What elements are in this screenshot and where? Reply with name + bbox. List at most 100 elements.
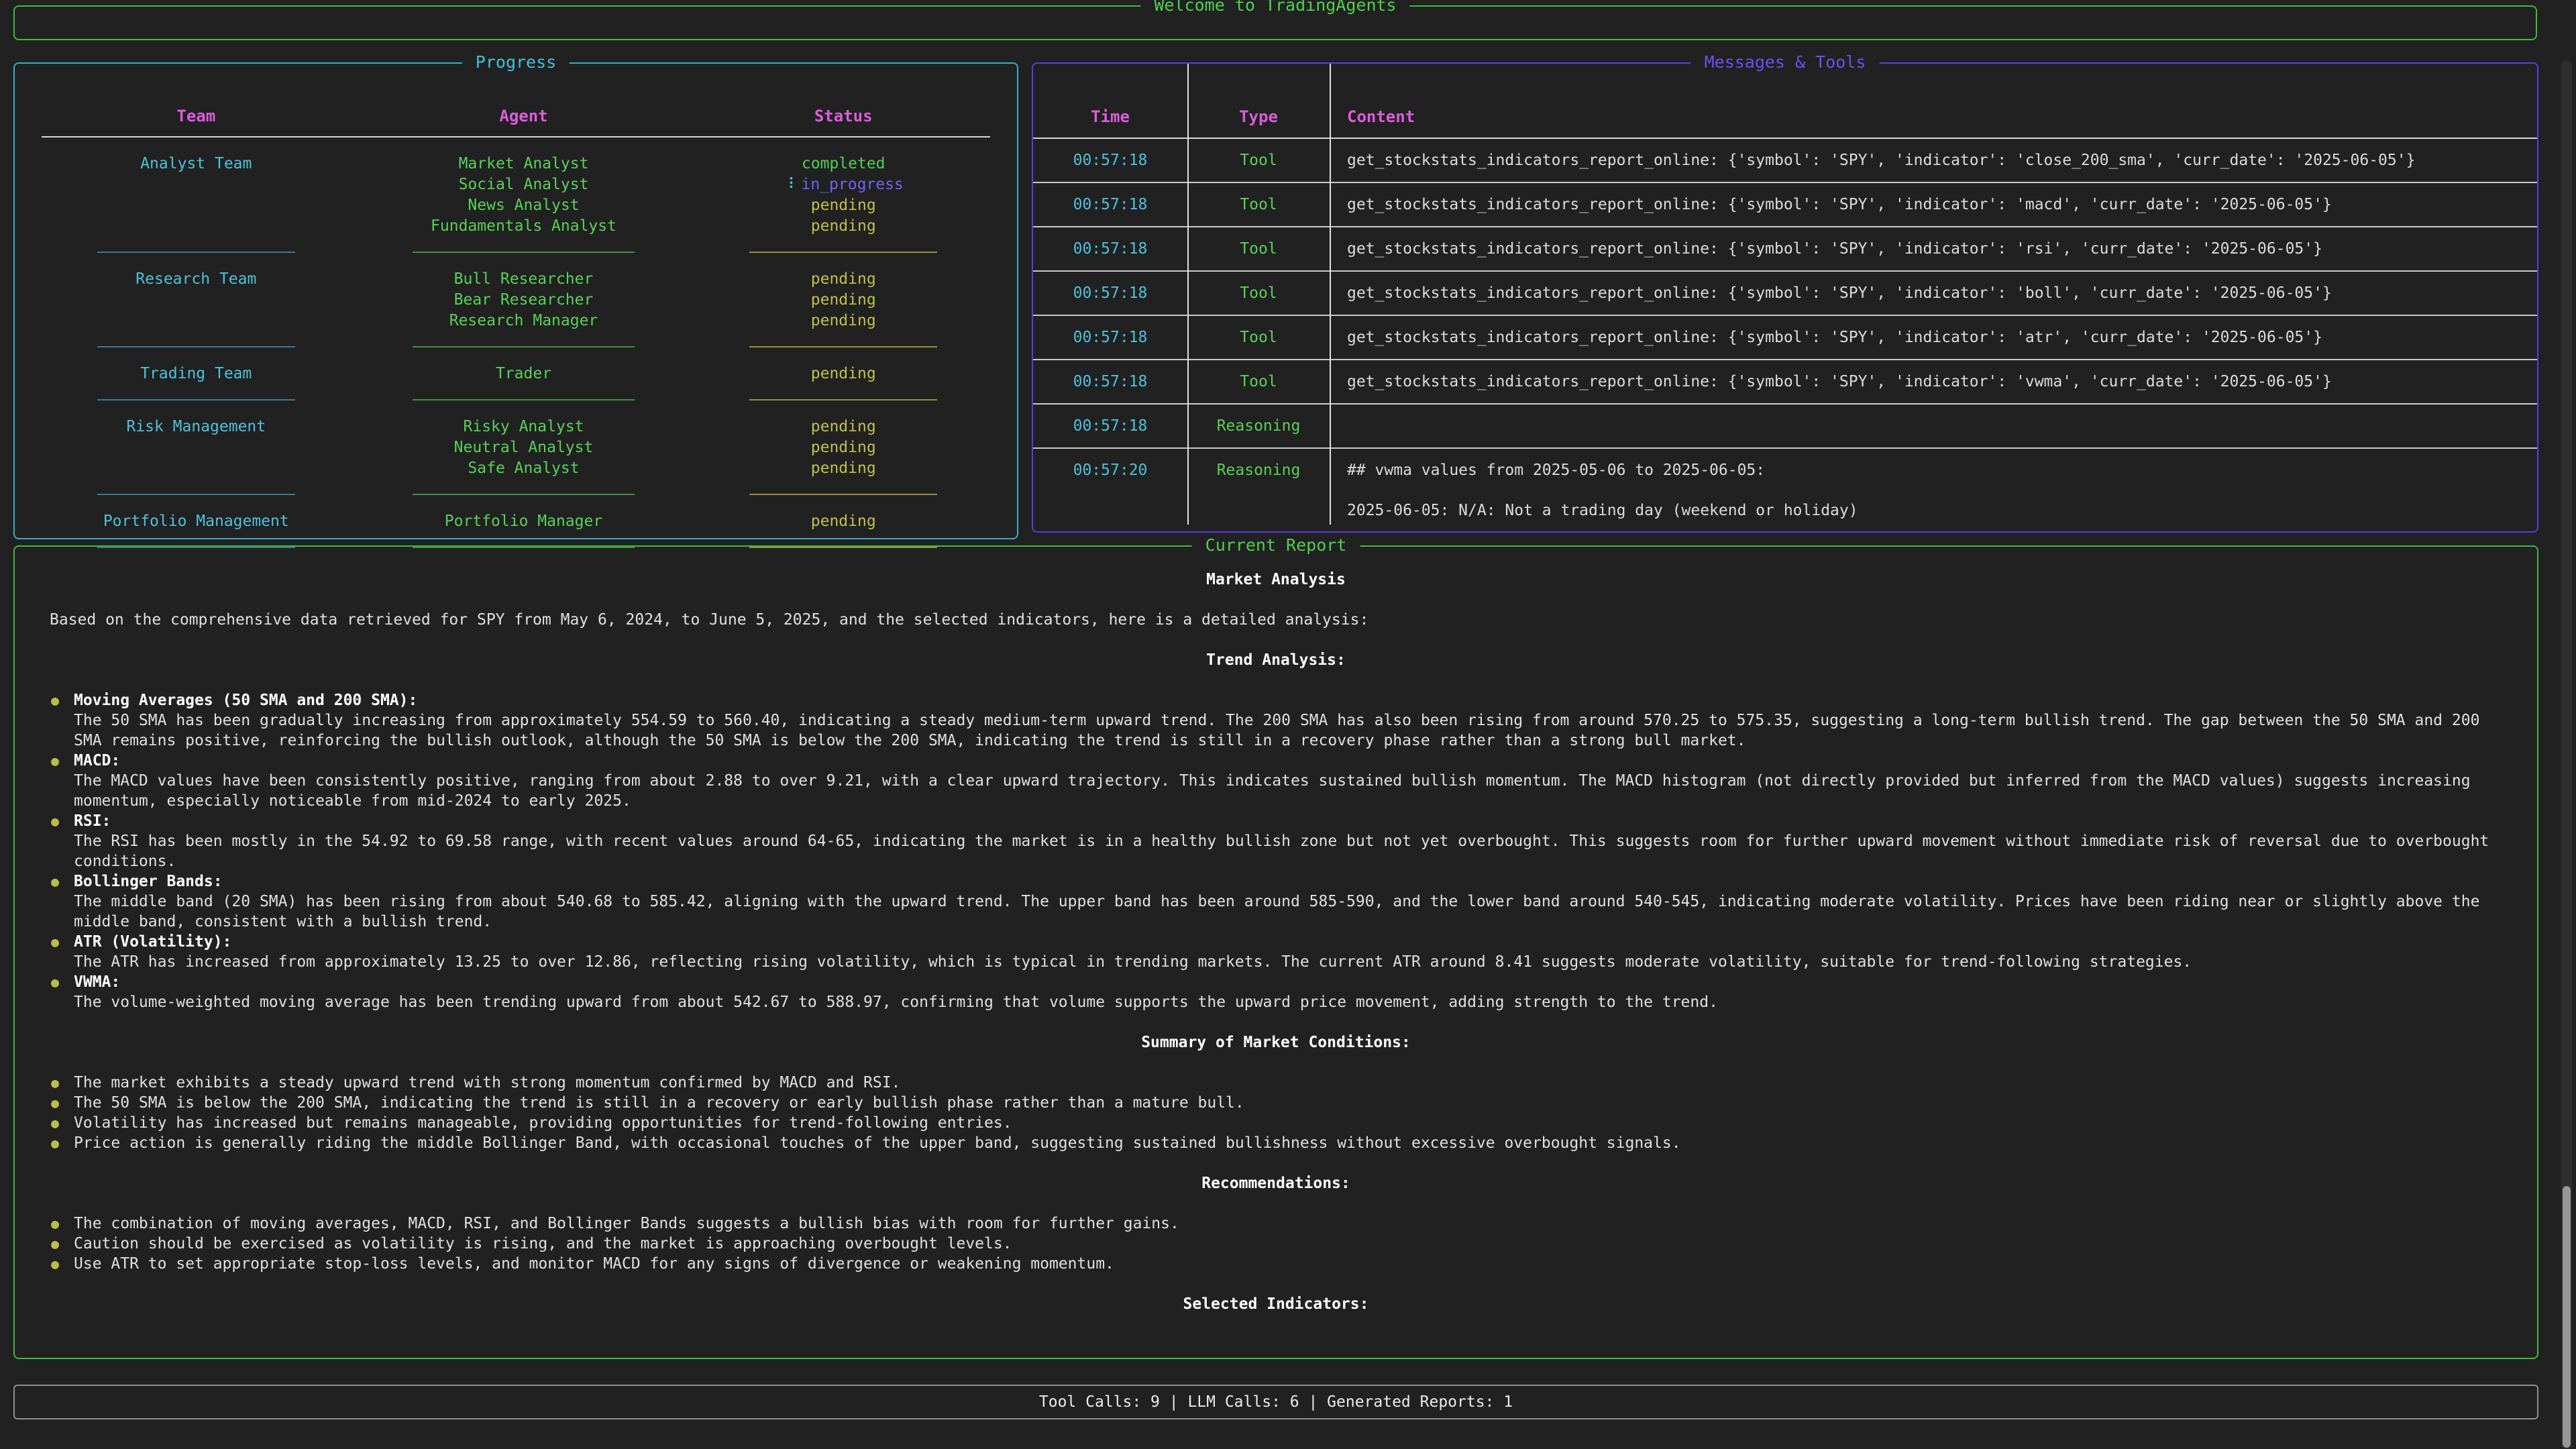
status-badge: pending [696,511,990,532]
status-badge: pending [696,311,990,331]
message-time: 00:57:18 [1033,416,1187,436]
table-row: 00:57:18 Reasoning [1033,405,2537,449]
status-badge: pending [696,458,990,479]
spinner-icon: ⠸ [784,176,795,193]
agent-name: Safe Analyst [351,458,697,479]
agent-name: Research Manager [351,311,697,331]
message-time: 00:57:18 [1033,195,1187,215]
message-time: 00:57:20 [1033,460,1187,480]
message-content: get_stockstats_indicators_report_online:… [1330,327,2537,347]
team-group-risk: Risk Management Risky Analyst pending Ne… [42,400,990,495]
table-row: 00:57:18 Tool get_stockstats_indicators_… [1033,227,2537,272]
stats-footer-text: Tool Calls: 9 | LLM Calls: 6 | Generated… [1039,1393,1513,1411]
message-content: get_stockstats_indicators_report_online:… [1330,283,2537,303]
status-badge: pending [696,290,990,311]
column-header-content: Content [1330,107,2537,127]
status-badge: pending [696,437,990,458]
agent-name: Bear Researcher [351,290,697,311]
message-type: Tool [1187,239,1330,259]
status-badge: completed [696,154,990,174]
message-content: get_stockstats_indicators_report_online:… [1330,150,2537,170]
column-header-team: Team [42,107,351,125]
messages-table: Time Type Content 00:57:18 Tool get_stoc… [1033,64,2537,531]
message-type: Tool [1187,150,1330,170]
table-row: 00:57:18 Tool get_stockstats_indicators_… [1033,183,2537,227]
message-type: Reasoning [1187,460,1330,480]
table-row: 00:57:18 Tool get_stockstats_indicators_… [1033,272,2537,316]
message-type: Tool [1187,372,1330,392]
table-row: Neutral Analyst pending [42,437,990,458]
bullet-label: VWMA: [74,972,2502,992]
recommendations-list: The combination of moving averages, MACD… [50,1214,2502,1274]
bullet-label: Bollinger Bands: [74,871,2502,892]
table-row: 00:57:20 Reasoning ## vwma values from 2… [1033,449,2537,532]
summary-heading: Summary of Market Conditions: [50,1032,2502,1053]
trend-analysis-heading: Trend Analysis: [50,650,2502,670]
column-divider [1187,64,1189,525]
group-separator [42,252,990,253]
team-name: Research Team [42,269,351,290]
bullet-label: Moving Averages (50 SMA and 200 SMA): [74,690,2502,710]
bullet-text: The ATR has increased from approximately… [74,952,2502,972]
column-divider [1330,64,1331,525]
list-item: Price action is generally riding the mid… [50,1133,2502,1153]
agent-name: Market Analyst [351,154,697,174]
messages-tools-panel: Messages & Tools Time Type Content 00:57… [1032,62,2538,533]
status-badge: pending [696,269,990,290]
list-item: ATR (Volatility): The ATR has increased … [50,932,2502,972]
table-row: Safe Analyst pending [42,458,990,479]
message-type: Reasoning [1187,416,1330,436]
report-heading: Market Analysis [50,570,2502,590]
current-report-panel: Current Report Market Analysis Based on … [13,545,2538,1359]
report-intro: Based on the comprehensive data retrieve… [50,610,2502,630]
list-item: The 50 SMA is below the 200 SMA, indicat… [50,1093,2502,1113]
status-badge: pending [696,417,990,437]
recommendations-heading: Recommendations: [50,1173,2502,1193]
message-type: Tool [1187,195,1330,215]
table-row: Portfolio Management Portfolio Manager p… [42,511,990,532]
messages-header-row: Time Type Content [1033,107,2537,139]
team-group-research: Research Team Bull Researcher pending Be… [42,253,990,347]
table-row: Bear Researcher pending [42,290,990,311]
team-name: Risk Management [42,417,351,437]
bullet-text: The MACD values have been consistently p… [74,771,2502,811]
list-item: Volatility has increased but remains man… [50,1113,2502,1133]
bullet-text: The 50 SMA has been gradually increasing… [74,710,2502,751]
message-time: 00:57:18 [1033,327,1187,347]
team-name: Analyst Team [42,154,351,174]
message-time: 00:57:18 [1033,283,1187,303]
welcome-banner-title: Welcome to TradingAgents [1140,0,1409,15]
message-content: get_stockstats_indicators_report_online:… [1330,239,2537,259]
team-name: Portfolio Management [42,511,351,532]
message-time: 00:57:18 [1033,239,1187,259]
message-type: Tool [1187,327,1330,347]
status-badge: pending [696,216,990,237]
stats-footer: Tool Calls: 9 | LLM Calls: 6 | Generated… [13,1385,2538,1419]
message-content: get_stockstats_indicators_report_online:… [1330,195,2537,215]
welcome-banner: Welcome to TradingAgents [13,5,2537,40]
table-row: Risk Management Risky Analyst pending [42,417,990,437]
list-item: Moving Averages (50 SMA and 200 SMA): Th… [50,690,2502,751]
list-item: VWMA: The volume-weighted moving average… [50,972,2502,1012]
team-group-trading: Trading Team Trader pending [42,347,990,400]
selected-indicators-heading: Selected Indicators: [50,1294,2502,1314]
status-badge: ⠸in_progress [696,174,990,195]
message-time: 00:57:18 [1033,372,1187,392]
bullet-text: The volume-weighted moving average has b… [74,992,2502,1012]
agent-name: Trader [351,364,697,384]
scrollbar-thumb[interactable] [2563,1186,2571,1448]
table-row: Fundamentals Analyst pending [42,216,990,237]
column-header-type: Type [1187,107,1330,127]
team-name: Trading Team [42,364,351,384]
current-report-panel-title: Current Report [1192,535,1360,555]
column-header-time: Time [1033,107,1187,127]
table-row: Research Manager pending [42,311,990,331]
scrollbar-track[interactable] [2561,60,2572,1449]
status-badge: pending [696,364,990,384]
agent-name: News Analyst [351,195,697,216]
progress-panel-title: Progress [462,52,570,72]
bullet-text: The RSI has been mostly in the 54.92 to … [74,831,2502,871]
progress-panel: Progress Team Agent Status Analyst Team … [13,62,1018,539]
progress-header-row: Team Agent Status [42,107,990,125]
list-item: The market exhibits a steady upward tren… [50,1073,2502,1093]
